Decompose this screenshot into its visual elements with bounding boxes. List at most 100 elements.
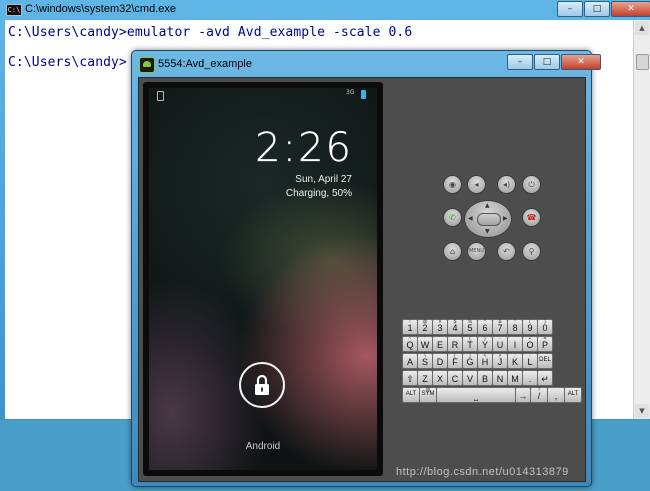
key-label: D <box>436 357 444 367</box>
key-1-5[interactable]: } Y <box>477 336 493 352</box>
lock-clock: 2:26 <box>255 125 353 171</box>
key-2-8[interactable]: :L <box>522 353 538 369</box>
phone-lock-screen[interactable]: 3G 2:26 Sun, April 27 Charging, 50% Andr… <box>149 88 377 470</box>
key-2-4[interactable]: ] G <box>462 353 478 369</box>
key-0-2[interactable]: #3 <box>432 319 448 335</box>
key-1-3[interactable]: R <box>447 336 463 352</box>
key-label: K <box>511 357 518 367</box>
search-icon[interactable]: ⚲ <box>522 242 541 261</box>
key-4-5[interactable]: , <box>547 387 565 403</box>
cmd-maximize-button[interactable]: □ <box>584 1 610 17</box>
dpad-center-button[interactable] <box>477 213 501 226</box>
key-3-8[interactable]: . <box>522 370 538 386</box>
key-0-1[interactable]: @2 <box>417 319 433 335</box>
key-1-7[interactable]: I <box>507 336 523 352</box>
scroll-thumb[interactable] <box>636 54 649 70</box>
emulator-titlebar[interactable]: 5554:Avd_example – □ ✕ <box>132 51 601 77</box>
home-icon[interactable]: ⌂ <box>443 242 462 261</box>
cmd-titlebar[interactable]: C:\ C:\windows\system32\cmd.exe – □ ✕ <box>0 0 650 19</box>
carrier-label: Android <box>245 441 281 452</box>
key-2-0[interactable]: A <box>402 353 418 369</box>
key-label: I <box>513 340 517 350</box>
watermark: http://blog.csdn.net/u014313879 <box>396 466 569 478</box>
key-0-8[interactable]: (9 <box>522 319 538 335</box>
key-3-2[interactable]: X <box>432 370 448 386</box>
key-1-4[interactable]: {T <box>462 336 478 352</box>
key-3-3[interactable]: C <box>447 370 463 386</box>
call-icon[interactable]: ✆ <box>443 208 462 227</box>
cmd-line-prompt: C:\Users\candy> <box>8 55 127 70</box>
lock-date: Sun, April 27 <box>295 174 352 185</box>
dpad[interactable]: ▲ ▼ ◀ ▶ <box>464 200 512 238</box>
back-icon[interactable]: ↶ <box>497 242 516 261</box>
key-4-6[interactable]: ALT <box>564 387 582 403</box>
key-2-2[interactable]: D <box>432 353 448 369</box>
key-0-3[interactable]: $4 <box>447 319 463 335</box>
key-3-5[interactable]: B <box>477 370 493 386</box>
scroll-up-arrow-icon[interactable]: ▲ <box>635 21 649 35</box>
charging-status: Charging, 50% <box>285 188 352 199</box>
scroll-down-arrow-icon[interactable]: ▼ <box>635 404 649 418</box>
key-1-0[interactable]: ~ Q <box>402 336 418 352</box>
key-label: Y <box>481 340 488 350</box>
key-2-7[interactable]: ; K <box>507 353 523 369</box>
key-0-4[interactable]: % 5 <box>462 319 478 335</box>
key-1-6[interactable]: -U <box>492 336 508 352</box>
key-4-2[interactable]: ⎵ <box>436 387 516 403</box>
key-label: C <box>451 374 459 384</box>
emulator-window-title: 5554:Avd_example <box>158 58 252 70</box>
key-2-6[interactable]: > J <box>492 353 508 369</box>
key-4-0[interactable]: ALT <box>402 387 420 403</box>
key-3-4[interactable]: V <box>462 370 478 386</box>
end-call-icon[interactable]: ☎ <box>522 208 541 227</box>
key-0-6[interactable]: & 7 <box>492 319 508 335</box>
key-1-2[interactable]: ´ E <box>432 336 448 352</box>
emulator-close-button[interactable]: ✕ <box>561 54 601 70</box>
key-label: , <box>554 391 558 401</box>
key-label: A <box>406 357 413 367</box>
volume-up-icon[interactable]: ◂) <box>497 175 516 194</box>
key-label: 9 <box>527 323 533 333</box>
power-icon[interactable]: ⏻ <box>522 175 541 194</box>
key-0-9[interactable]: ) 0 <box>537 319 553 335</box>
key-4-4[interactable]: ? / <box>530 387 548 403</box>
key-label: DEL <box>539 357 551 363</box>
cmd-scrollbar[interactable]: ▲ ▼ <box>633 20 650 419</box>
key-label: ↵ <box>541 374 549 384</box>
menu-button[interactable]: MENU <box>467 242 486 261</box>
key-label: 0 <box>542 323 548 333</box>
emulator-maximize-button[interactable]: □ <box>534 54 560 70</box>
key-3-1[interactable]: Z <box>417 370 433 386</box>
key-0-5[interactable]: ^ 6 <box>477 319 493 335</box>
lock-icon <box>255 374 269 395</box>
dpad-down-icon[interactable]: ▼ <box>485 228 490 235</box>
volume-down-icon[interactable]: ◂ <box>467 175 486 194</box>
unlock-button[interactable] <box>239 362 285 408</box>
dpad-left-icon[interactable]: ◀ <box>468 215 473 222</box>
key-3-6[interactable]: N <box>492 370 508 386</box>
cmd-close-button[interactable]: ✕ <box>611 1 650 17</box>
dpad-up-icon[interactable]: ▲ <box>485 202 490 209</box>
status-bar: 3G <box>149 88 377 102</box>
cmd-minimize-button[interactable]: – <box>557 1 583 17</box>
key-3-9[interactable]: ↵ <box>537 370 553 386</box>
key-2-5[interactable]: < H <box>477 353 493 369</box>
key-2-1[interactable]: \ S <box>417 353 433 369</box>
key-3-7[interactable]: M <box>507 370 523 386</box>
key-label: Z <box>422 374 428 384</box>
key-4-1[interactable]: @ SYM <box>419 387 437 403</box>
key-2-9[interactable]: DEL <box>537 353 553 369</box>
emulator-minimize-button[interactable]: – <box>507 54 533 70</box>
key-3-0[interactable]: ⇧ <box>402 370 418 386</box>
key-4-3[interactable]: → <box>515 387 531 403</box>
key-label: F <box>452 357 458 367</box>
camera-icon[interactable]: ◉ <box>443 175 462 194</box>
key-1-1[interactable]: " W <box>417 336 433 352</box>
key-0-7[interactable]: * 8 <box>507 319 523 335</box>
key-2-3[interactable]: [F <box>447 353 463 369</box>
key-0-0[interactable]: ! 1 <box>402 319 418 335</box>
key-label: L <box>527 357 533 367</box>
key-1-9[interactable]: = P <box>537 336 553 352</box>
dpad-right-icon[interactable]: ▶ <box>503 215 508 222</box>
key-1-8[interactable]: + O <box>522 336 538 352</box>
